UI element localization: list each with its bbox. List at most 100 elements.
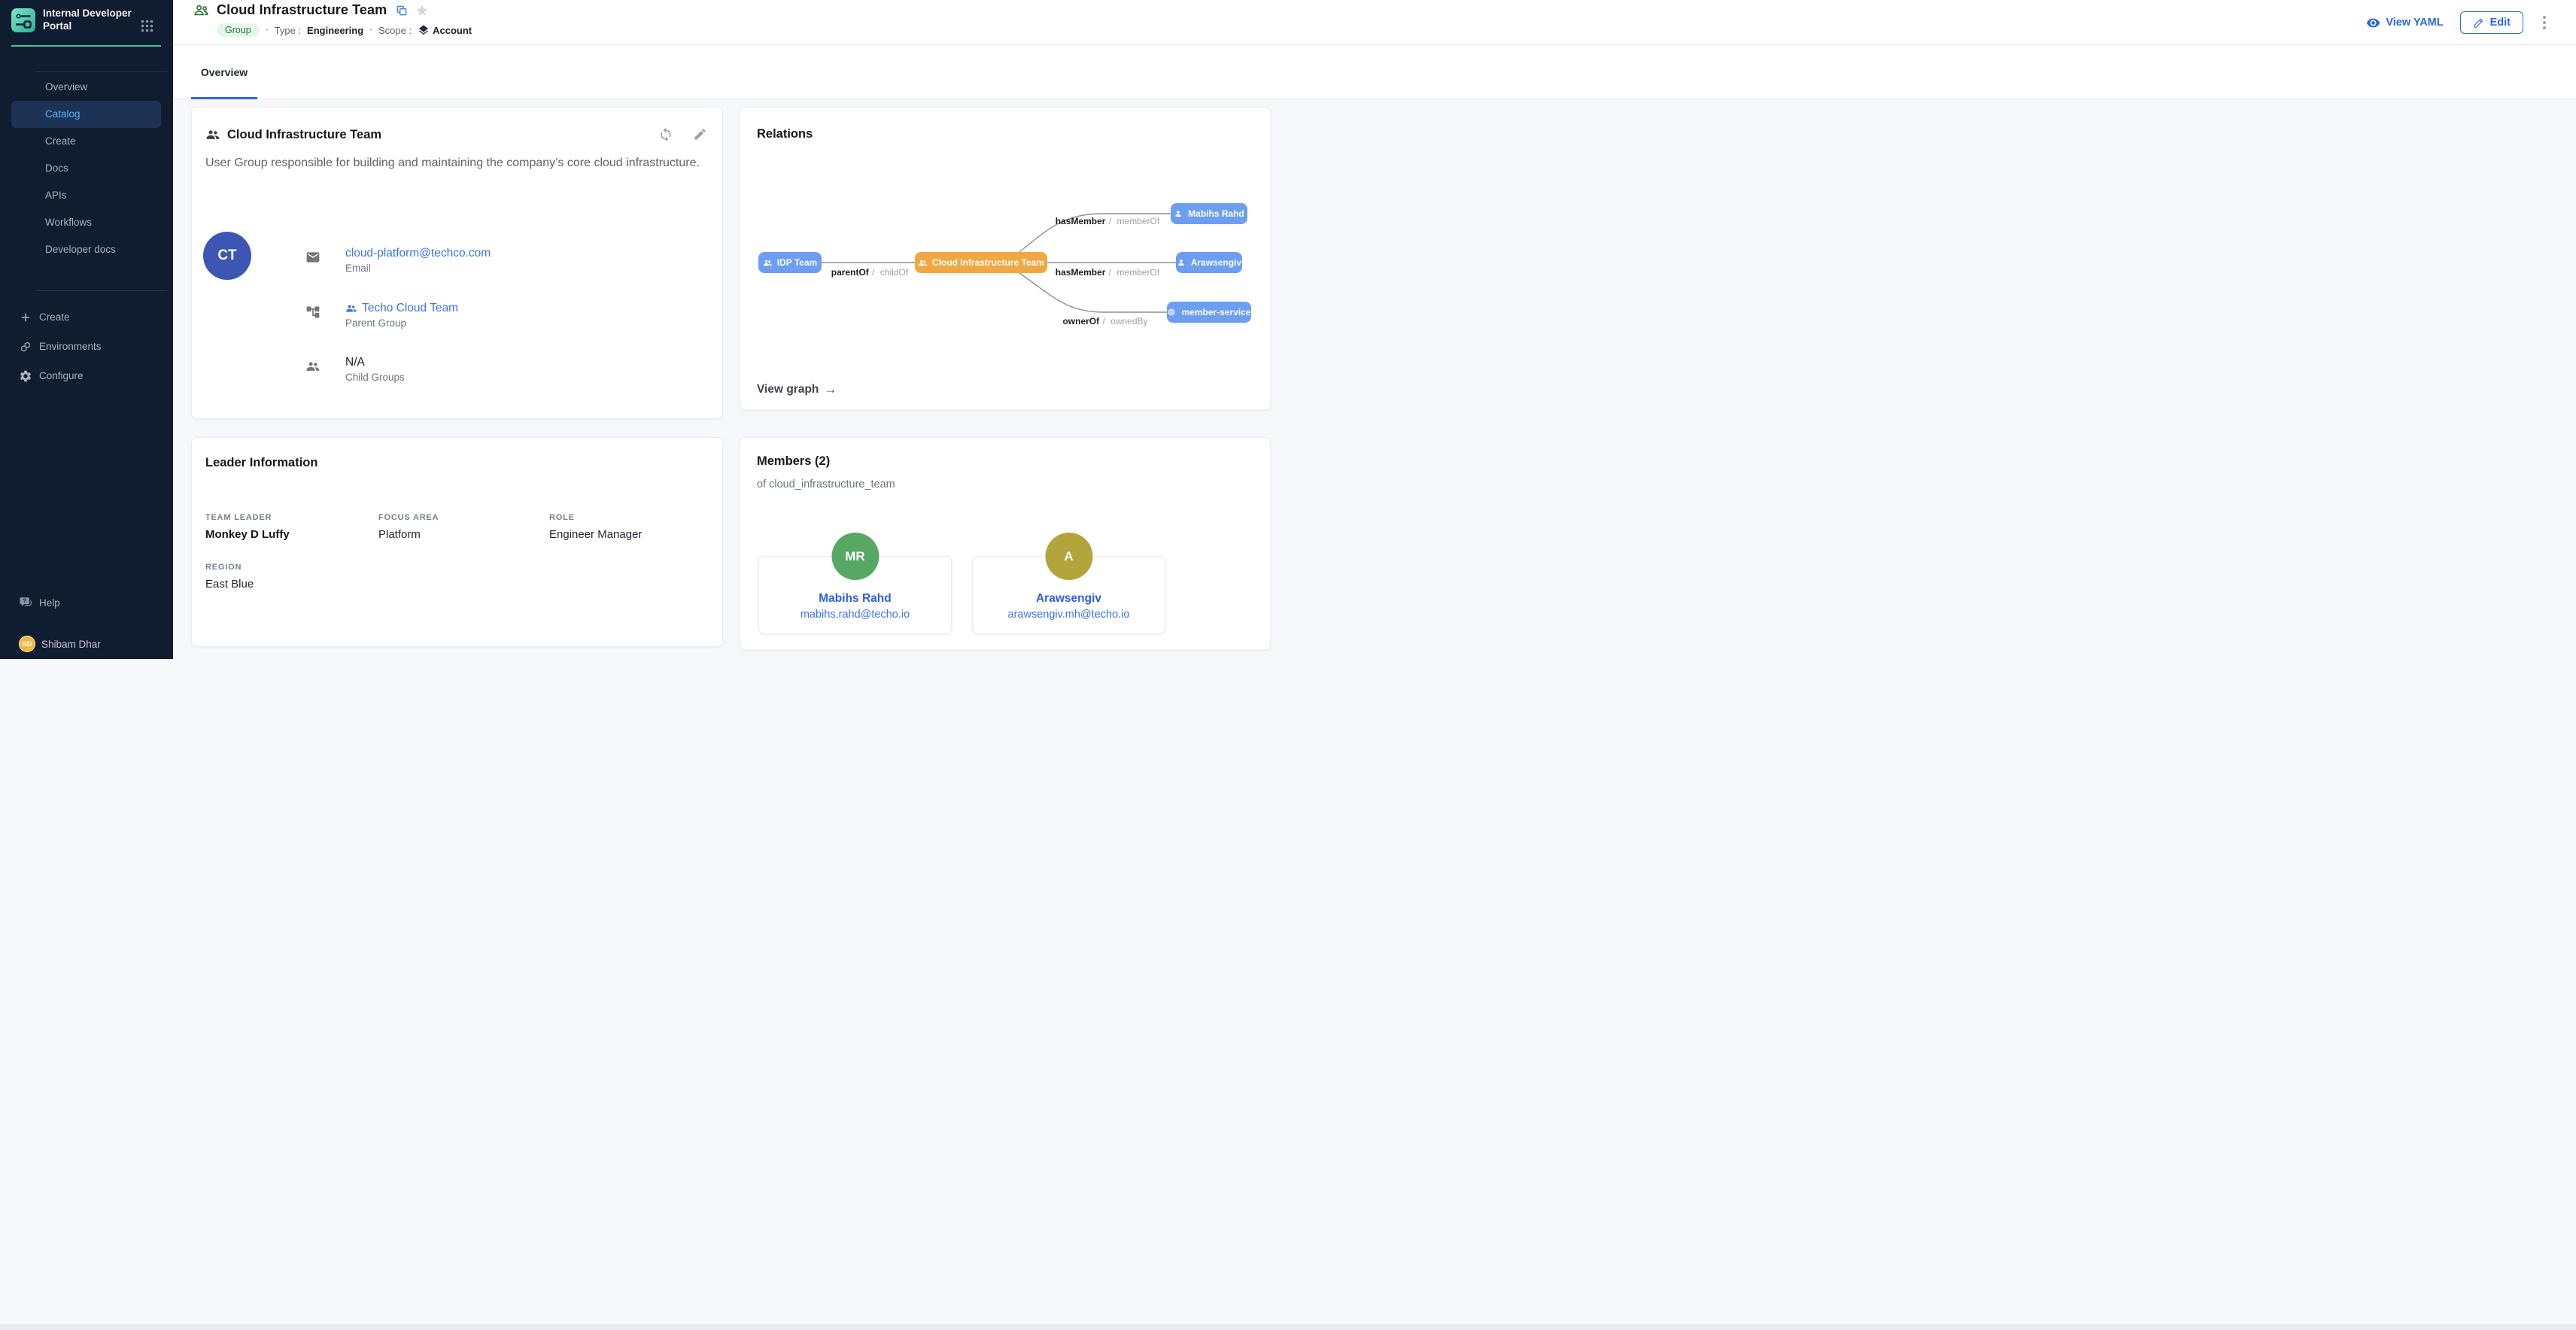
horizontal-scrollbar-track[interactable] xyxy=(0,1324,2576,1330)
parent-group-link[interactable]: Techo Cloud Team xyxy=(345,302,458,315)
eye-icon xyxy=(2366,16,2380,30)
field-value: Engineer Manager xyxy=(549,528,642,541)
chip-icon xyxy=(1167,308,1177,317)
user-name: Shibam Dhar xyxy=(41,639,101,650)
team-email-link[interactable]: cloud-platform@techco.com xyxy=(345,247,491,260)
edge-label-ownerof: ownerOf / ownedBy xyxy=(1062,316,1147,326)
team-info-card: Cloud Infrastructure Team User Group res… xyxy=(191,107,723,419)
member-email-link[interactable]: mabihs.rahd@techo.io xyxy=(759,609,951,621)
node-label: Mabihs Rahd xyxy=(1188,208,1244,219)
sidebar-item-label: Environments xyxy=(39,341,102,352)
members-title: Members (2) xyxy=(757,454,830,469)
help-label: Help xyxy=(39,597,60,609)
field-team-leader: TEAM LEADER Monkey D Luffy xyxy=(205,513,290,541)
graph-node-arawsengiv[interactable]: Arawsengiv xyxy=(1176,252,1242,273)
secondary-nav: Create Environments Configure xyxy=(0,302,173,390)
node-label: IDP Team xyxy=(777,257,818,268)
field-label: FOCUS AREA xyxy=(378,513,439,522)
type-label: Type : xyxy=(275,25,301,36)
field-label: REGION xyxy=(205,563,254,572)
groups-icon xyxy=(763,258,773,268)
edge-label-parentof: parentOf / childOf xyxy=(831,267,908,278)
parent-group-row: Techo Cloud Team Parent Group xyxy=(305,302,458,329)
leader-card-title: Leader Information xyxy=(205,456,317,470)
sidebar-divider xyxy=(35,290,167,291)
dot-separator: • xyxy=(266,26,269,35)
field-region: REGION East Blue xyxy=(205,563,254,591)
star-icon[interactable] xyxy=(415,4,429,17)
sidebar-item-workflows[interactable]: Workflows xyxy=(11,209,161,236)
scope-label: Scope : xyxy=(378,25,412,36)
scope-value: Account xyxy=(433,25,472,36)
sidebar-item-overview[interactable]: Overview xyxy=(11,74,161,101)
sidebar-item-catalog[interactable]: Catalog xyxy=(11,101,161,128)
groups-icon xyxy=(345,302,357,314)
sidebar-item-label: Create xyxy=(39,311,70,323)
relations-graph: IDP Team Cloud Infrastructure Team Mabih… xyxy=(740,108,1270,409)
content: Cloud Infrastructure Team User Group res… xyxy=(173,100,2576,1330)
avatar: SD xyxy=(19,636,35,652)
brand-name: Internal Developer Portal xyxy=(43,8,133,32)
leader-information-card: Leader Information TEAM LEADER Monkey D … xyxy=(191,437,723,647)
team-card-title: Cloud Infrastructure Team xyxy=(227,128,381,142)
graph-node-mabihs-rahd[interactable]: Mabihs Rahd xyxy=(1171,203,1247,224)
sidebar-item-create-action[interactable]: Create xyxy=(0,302,173,332)
child-groups-row: N/A Child Groups xyxy=(305,356,405,383)
graph-node-cloud-infrastructure-team[interactable]: Cloud Infrastructure Team xyxy=(915,252,1047,273)
email-row: cloud-platform@techco.com Email xyxy=(305,247,491,274)
graph-node-idp-team[interactable]: IDP Team xyxy=(758,252,822,273)
sidebar-item-label: Configure xyxy=(39,370,84,381)
avatar: MR xyxy=(831,533,879,580)
help-button[interactable]: ? Help xyxy=(0,592,173,613)
sidebar-item-create[interactable]: Create xyxy=(11,128,161,155)
apps-grid-icon[interactable] xyxy=(141,20,153,32)
member-email-link[interactable]: arawsengiv.mh@techo.io xyxy=(973,609,1165,621)
tab-overview[interactable]: Overview xyxy=(191,45,257,99)
entity-meta: Group • Type : Engineering • Scope : Acc… xyxy=(217,23,472,37)
edge-label-hasmember-top: hasMember / memberOf xyxy=(1056,216,1159,226)
user-menu[interactable]: SD Shibam Dhar xyxy=(0,633,173,654)
copy-icon[interactable] xyxy=(396,5,408,17)
parent-group-label: Parent Group xyxy=(345,317,458,329)
node-label: Arawsengiv xyxy=(1191,257,1241,268)
member-tile[interactable]: A Arawsengiv arawsengiv.mh@techo.io xyxy=(972,556,1165,634)
sidebar-item-apis[interactable]: APIs xyxy=(11,182,161,209)
edit-button[interactable]: Edit xyxy=(2460,11,2523,34)
groups-icon xyxy=(918,258,928,268)
node-label: member-service xyxy=(1181,307,1250,317)
groups-icon xyxy=(205,127,220,142)
team-avatar: CT xyxy=(203,232,251,280)
view-graph-link[interactable]: View graph → xyxy=(757,382,837,397)
brand-underline xyxy=(11,45,161,47)
layers-icon xyxy=(418,24,430,36)
graph-node-member-service[interactable]: member-service xyxy=(1167,302,1251,323)
view-yaml-button[interactable]: View YAML xyxy=(2366,16,2443,30)
sidebar-item-docs[interactable]: Docs xyxy=(11,155,161,182)
child-groups-label: Child Groups xyxy=(345,372,405,383)
member-name-link[interactable]: Arawsengiv xyxy=(973,592,1165,606)
field-role: ROLE Engineer Manager xyxy=(549,513,642,541)
field-focus-area: FOCUS AREA Platform xyxy=(378,513,439,541)
person-icon xyxy=(1177,258,1186,268)
avatar: A xyxy=(1045,533,1092,580)
kind-badge: Group xyxy=(217,23,260,37)
field-value: Platform xyxy=(378,528,439,541)
field-value: Monkey D Luffy xyxy=(205,528,290,541)
sidebar-item-developer-docs[interactable]: Developer docs xyxy=(11,236,161,263)
sidebar-item-environments[interactable]: Environments xyxy=(0,332,173,361)
group-green-icon xyxy=(193,2,210,19)
pencil-icon[interactable] xyxy=(693,127,707,146)
sidebar: Internal Developer Portal Overview Catal… xyxy=(0,0,173,659)
kebab-icon[interactable] xyxy=(2540,13,2549,32)
svg-text:?: ? xyxy=(23,597,26,604)
groups-icon xyxy=(305,359,320,374)
view-yaml-label: View YAML xyxy=(2386,17,2443,29)
sync-icon[interactable] xyxy=(658,127,673,146)
member-name-link[interactable]: Mabihs Rahd xyxy=(759,592,951,606)
plus-icon xyxy=(19,311,32,324)
members-subtitle: of cloud_infrastructure_team xyxy=(757,478,895,490)
gear-icon xyxy=(19,369,32,383)
primary-nav: Overview Catalog Create Docs APIs Workfl… xyxy=(0,74,173,263)
member-tile[interactable]: MR Mabihs Rahd mabihs.rahd@techo.io xyxy=(758,556,952,634)
sidebar-item-configure[interactable]: Configure xyxy=(0,361,173,390)
